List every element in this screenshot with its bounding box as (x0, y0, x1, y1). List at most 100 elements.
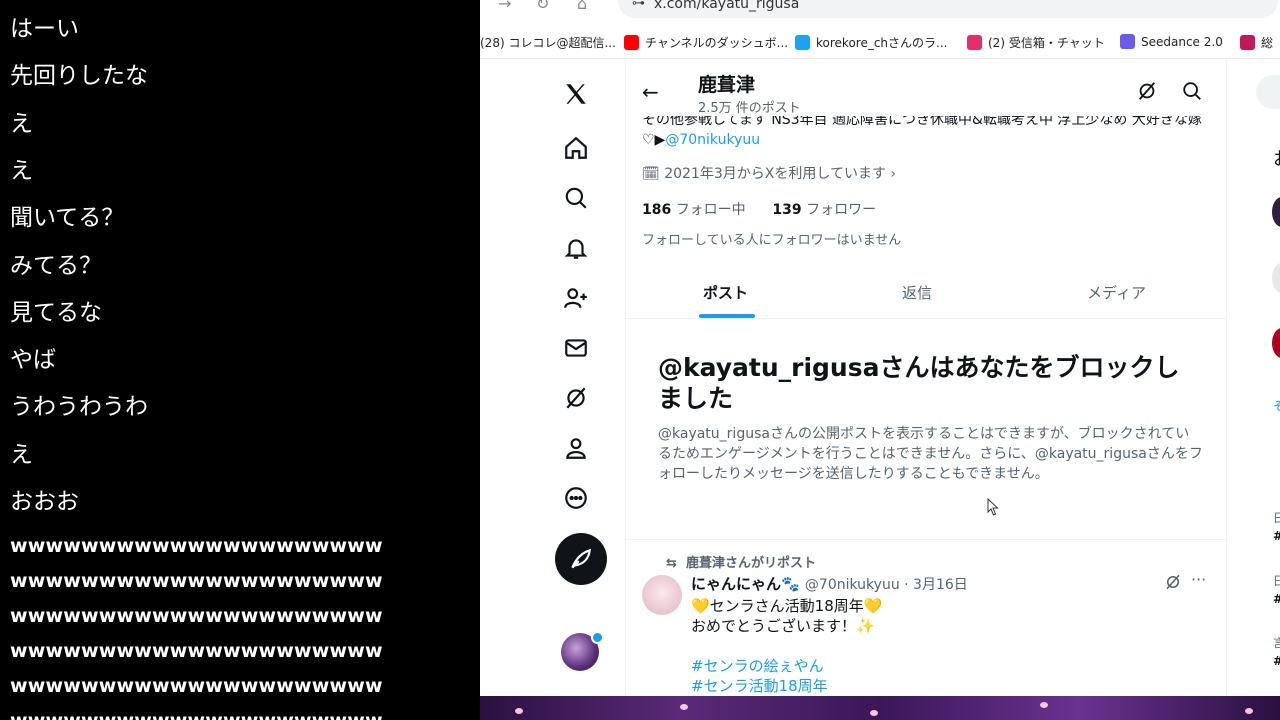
follow-add-user-icon[interactable] (556, 278, 596, 318)
site-settings-icon[interactable]: ⊶ (632, 0, 645, 11)
profile-person-icon[interactable] (556, 428, 596, 468)
following-link[interactable]: 186 フォロー中 (642, 202, 746, 218)
bookmark-label: (2) 受信箱・チャット (988, 36, 1105, 50)
x-sidebar (550, 60, 612, 696)
block-notice-description: @kayatu_rigusaさんの公開ポストを表示することはできますが、ブロック… (658, 426, 1203, 482)
hashtag-link[interactable]: #センラの絵ぇやん (691, 656, 1191, 676)
repost-label: 鹿葺津さんがリポスト (685, 556, 816, 571)
chat-message: 聞いてる？ (10, 205, 125, 232)
profile-display-name: 鹿葺津 (698, 74, 756, 96)
url-bar[interactable]: ⊶ x.com/kayatu_rigusa (618, 0, 1278, 18)
chat-message-laugh: wwwwwwwwwwwwwwwwwwwww (10, 640, 383, 662)
right-snippet: 日 (1273, 574, 1280, 588)
back-arrow-icon[interactable]: ← (642, 80, 659, 104)
tab-posts[interactable]: ポスト (703, 282, 748, 303)
suggested-avatar[interactable] (1272, 263, 1280, 293)
chat-overlay: はーい 先回りしたなええ聞いてる？ みてる？ 見てるな やば うわうわうわえおおお wwww… (0, 0, 480, 720)
bookmark-favicon-icon (1120, 34, 1135, 49)
right-snippet: お (1273, 145, 1280, 171)
bookmark-favicon-icon (1240, 35, 1255, 50)
chat-message-laugh: wwwwwwwwwwwwwwwwwwwww (10, 535, 383, 557)
home-nav-icon[interactable] (556, 128, 596, 168)
tweet-grok-icon[interactable] (1164, 573, 1182, 591)
repost-indicator: ⇆ 鹿葺津さんがリポスト (666, 552, 816, 571)
bookmark-item[interactable]: (2) 受信箱・チャット (967, 34, 1105, 51)
calendar-icon: 🗓 (642, 166, 660, 182)
block-notice-title: @kayatu_rigusaさんはあなたをブロックしました (658, 353, 1180, 413)
chevron-right-icon[interactable]: › (890, 166, 896, 182)
x-logo-icon[interactable] (556, 74, 596, 114)
following-count: 186 (642, 202, 672, 218)
grok-header-icon[interactable] (1136, 80, 1158, 102)
search-header-icon[interactable] (1181, 80, 1203, 102)
followers-link[interactable]: 139 フォロワー (772, 202, 876, 218)
chat-message: おおお (10, 489, 79, 515)
suggested-avatar[interactable] (1272, 197, 1280, 227)
right-snippet[interactable]: # (1273, 529, 1280, 543)
bio-mention-link[interactable]: @70nikukyuu (665, 132, 760, 148)
post-count: 2.5万 件のポスト (698, 101, 801, 116)
right-snippet[interactable]: # (1273, 592, 1280, 606)
bookmark-label: (28) コレコレ@超配信... (480, 36, 616, 50)
bookmark-favicon-icon (967, 35, 982, 50)
suggested-avatar[interactable] (1272, 328, 1280, 358)
home-icon[interactable]: ⌂ (577, 0, 587, 13)
search-nav-icon[interactable] (556, 178, 596, 218)
chat-message: やば (10, 347, 56, 374)
messages-envelope-icon[interactable] (556, 328, 596, 368)
forward-icon[interactable]: → (498, 0, 511, 13)
no-followers-note: フォローしている人にフォロワーはいません (642, 233, 902, 248)
right-search-box[interactable] (1256, 75, 1280, 109)
chat-message: はーい (10, 16, 79, 42)
tweet-author-name: にゃんにゃん🐾 (691, 575, 800, 593)
tweet-author[interactable]: にゃんにゃん🐾 @70nikukyuu · 3月16日 (691, 573, 968, 594)
bookmark-item[interactable]: Seedance 2.0 (1120, 34, 1223, 49)
bookmarks-bar: (28) コレコレ@超配信... チャンネルのダッシュボ... korekore_c… (480, 28, 1280, 59)
tab-media[interactable]: メディア (1087, 282, 1146, 303)
grok-icon[interactable] (556, 378, 596, 418)
bookmark-item[interactable]: チャンネルのダッシュボ... (624, 34, 788, 51)
more-circle-icon[interactable] (556, 478, 596, 518)
tab-replies[interactable]: 返信 (902, 282, 932, 303)
repost-icon: ⇆ (666, 556, 677, 571)
active-tab-indicator (699, 314, 755, 318)
right-snippet[interactable]: そ (1273, 397, 1280, 414)
browser-window: → ↻ ⌂ ⊶ x.com/kayatu_rigusa (28) コレコレ@超配… (480, 0, 1280, 696)
right-sidebar: お そ 日 # 日 # 言 # (1256, 60, 1280, 696)
reload-icon[interactable]: ↻ (536, 0, 549, 13)
tweet-body: 💛センラさん活動18周年💛 おめでとうございます！✨ #センラの絵ぇやん #セン… (691, 596, 1191, 696)
chat-message-laugh: wwwwwwwwwwwwwwwwwwwww (10, 570, 383, 592)
follow-stats: 186 フォロー中 139 フォロワー (642, 199, 876, 219)
profile-header-bar: ← 鹿葺津 2.5万 件のポスト (626, 60, 1226, 116)
bookmark-item[interactable]: korekore_chさんのラ... (795, 34, 947, 51)
chat-message: え (10, 110, 33, 137)
chat-message: 先回りしたな (10, 63, 148, 90)
profile-main-column: その他参戦してます NS3年目 適応障害につき休職中&転職考え中 浮上少なめ 大… (625, 60, 1227, 696)
bookmark-item[interactable]: 総 (1240, 34, 1273, 51)
notification-dot (591, 631, 604, 644)
hashtag-link[interactable]: #センラ活動18周年 (691, 676, 1191, 696)
tweet-line: おめでとうございます！✨ (691, 617, 875, 635)
profile-tabs: ポスト 返信 メディア (626, 260, 1226, 319)
chat-message-laugh: wwwwwwwwwwwwwwwwwwwww (10, 605, 383, 627)
notifications-bell-icon[interactable] (556, 228, 596, 268)
stream-background-strip (480, 696, 1280, 720)
tweet-handle-date: @70nikukyuu · 3月16日 (804, 577, 968, 593)
tweet-author-avatar[interactable] (642, 575, 682, 615)
right-snippet[interactable]: # (1273, 654, 1280, 668)
bookmark-item[interactable]: (28) コレコレ@超配信... (480, 34, 616, 51)
followers-label: フォロワー (806, 202, 877, 218)
chat-message: うわうわうわ (10, 394, 148, 421)
bookmark-label: korekore_chさんのラ... (816, 36, 948, 50)
profile-bio: その他参戦してます NS3年目 適応障害につき休職中&転職考え中 浮上少なめ 大… (642, 110, 1212, 150)
compose-post-button[interactable] (555, 533, 607, 585)
bookmark-favicon-icon (795, 35, 810, 50)
bookmark-label: チャンネルのダッシュボ... (645, 36, 789, 50)
tweet-more-icon[interactable]: ··· (1191, 570, 1206, 589)
chat-message: え (10, 441, 33, 468)
right-snippet: 言 (1273, 636, 1280, 650)
bookmark-label: Seedance 2.0 (1141, 35, 1223, 49)
bookmark-label: 総 (1261, 36, 1274, 50)
chat-message: 見てるな (10, 299, 102, 326)
chat-message-laugh: wwwwwwwwwwwwwwwwwwwww (10, 675, 383, 697)
